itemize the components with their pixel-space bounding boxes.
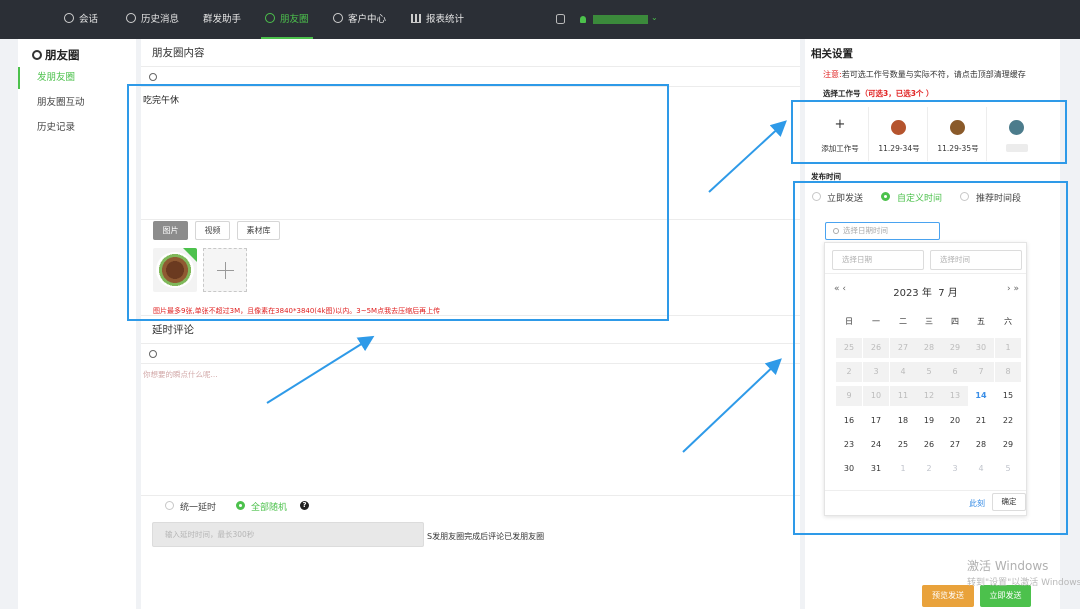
chat-icon bbox=[64, 13, 74, 23]
top-navbar: 会话 历史消息 群发助手 朋友圈 客户中心 报表统计 ⌄ bbox=[0, 0, 1080, 39]
user-icon bbox=[333, 13, 343, 23]
post-section-title: 朋友圈内容 bbox=[152, 47, 205, 59]
nav-customer[interactable]: 客户中心 bbox=[333, 0, 386, 39]
nav-moments[interactable]: 朋友圈 bbox=[261, 0, 312, 39]
divider bbox=[141, 66, 800, 67]
sidebar-item-history[interactable]: 历史记录 bbox=[18, 117, 136, 139]
nav-chat[interactable]: 会话 bbox=[64, 0, 98, 39]
select-account-text: 选择工作号 bbox=[823, 89, 861, 98]
nav-broadcast[interactable]: 群发助手 bbox=[203, 0, 241, 39]
chevron-down-icon[interactable]: ⌄ bbox=[651, 13, 658, 22]
windows-watermark-title: 激活 Windows bbox=[967, 559, 1049, 573]
sidebar: 朋友圈 发朋友圈 朋友圈互动 历史记录 bbox=[18, 39, 136, 609]
moments-icon bbox=[265, 13, 275, 23]
delay-note: S发朋友圈完成后评论已发朋友圈 bbox=[427, 532, 545, 541]
nav-moments-label: 朋友圈 bbox=[280, 14, 309, 25]
nav-history[interactable]: 历史消息 bbox=[126, 0, 179, 39]
clock-icon bbox=[126, 13, 136, 23]
nav-reports[interactable]: 报表统计 bbox=[411, 0, 464, 39]
bar-chart-icon bbox=[411, 14, 421, 23]
nav-chat-label: 会话 bbox=[79, 14, 99, 25]
sidebar-item-moments-interaction[interactable]: 朋友圈互动 bbox=[18, 92, 136, 114]
nav-broadcast-label: 群发助手 bbox=[203, 14, 242, 25]
divider bbox=[141, 495, 800, 496]
select-account-count: （可选3，已选3个 ） bbox=[860, 89, 934, 98]
note-prefix: 注意: bbox=[823, 70, 842, 79]
emoji-icon[interactable] bbox=[149, 350, 157, 358]
note-text[interactable]: 若可选工作号数量与实际不符，请点击顶部清理缓存 bbox=[842, 70, 1026, 79]
user-name-redacted[interactable] bbox=[593, 15, 648, 24]
moments-icon bbox=[32, 50, 42, 60]
nav-history-label: 历史消息 bbox=[141, 14, 180, 25]
database-icon[interactable] bbox=[556, 14, 565, 24]
nav-customer-label: 客户中心 bbox=[348, 14, 387, 25]
nav-reports-label: 报表统计 bbox=[426, 14, 465, 25]
emoji-icon[interactable] bbox=[149, 73, 157, 81]
sidebar-title-text: 朋友圈 bbox=[45, 48, 80, 62]
send-now-button[interactable]: 立即发送 bbox=[980, 585, 1031, 607]
delay-time-input[interactable]: 输入延时时间，最长300秒 bbox=[152, 522, 424, 547]
help-icon[interactable]: ? bbox=[300, 501, 309, 510]
divider bbox=[141, 343, 800, 344]
delay-section-title: 延时评论 bbox=[152, 324, 194, 336]
select-account-label: 选择工作号（可选3，已选3个 ） bbox=[823, 88, 934, 99]
divider bbox=[141, 363, 800, 364]
user-avatar-icon bbox=[580, 16, 586, 23]
annotation-box bbox=[791, 100, 1067, 164]
radio-uniform-delay[interactable] bbox=[165, 501, 174, 510]
annotation-box bbox=[793, 181, 1068, 535]
annotation-box bbox=[127, 84, 669, 321]
preview-send-button[interactable]: 预览发送 bbox=[922, 585, 974, 607]
sidebar-item-post-moments[interactable]: 发朋友圈 bbox=[18, 67, 136, 89]
radio-uniform-delay-label[interactable]: 统一延时 bbox=[180, 500, 216, 513]
sidebar-title: 朋友圈 bbox=[32, 47, 80, 63]
comment-input[interactable]: 你想要的瞬点什么呢... bbox=[143, 369, 218, 380]
radio-all-random[interactable] bbox=[236, 501, 245, 510]
settings-note: 注意:若可选工作号数量与实际不符，请点击顶部清理缓存 bbox=[823, 69, 1026, 80]
windows-watermark-subtitle: 转到"设置"以激活 Windows。 bbox=[967, 578, 1080, 588]
settings-title: 相关设置 bbox=[811, 48, 853, 60]
radio-all-random-label[interactable]: 全部随机 bbox=[251, 500, 287, 513]
